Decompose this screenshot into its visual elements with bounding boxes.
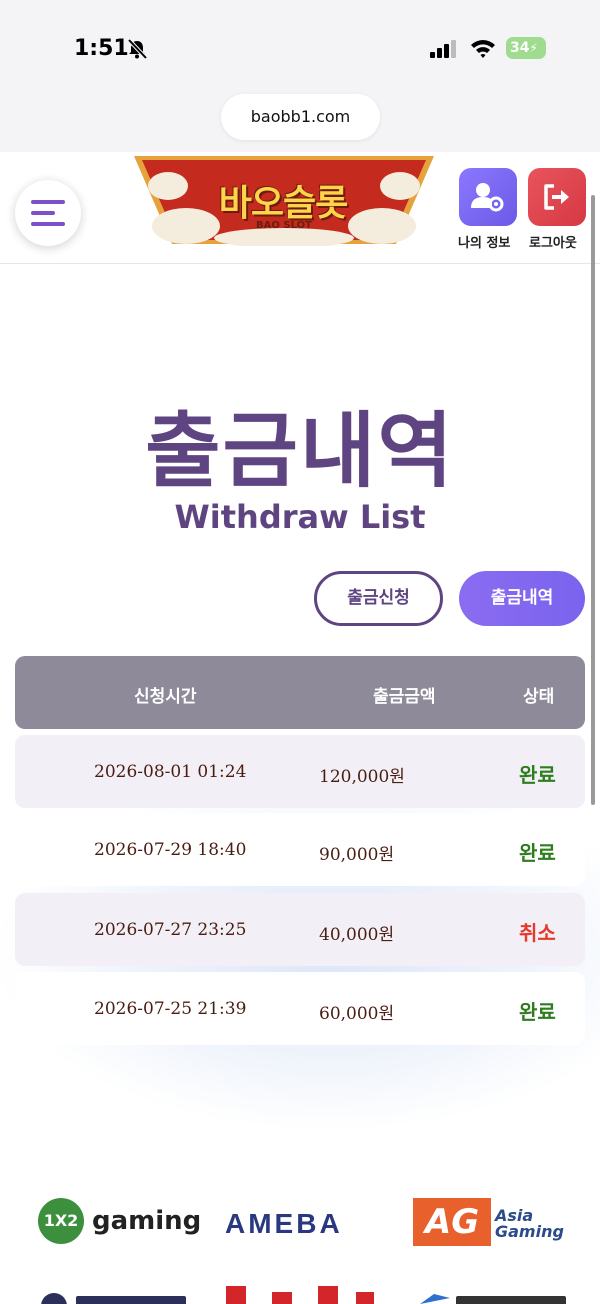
table-header: 신청시간 출금금액 상태: [15, 656, 585, 729]
my-info-label[interactable]: 나의 정보: [458, 232, 510, 251]
table-row: 2026-07-25 21:39 60,000원 완료: [15, 972, 585, 1045]
provider-asia-gaming[interactable]: AG Asia Gaming: [413, 1198, 564, 1246]
row-amount: 60,000원: [319, 1004, 395, 1024]
header-time: 신청시간: [134, 687, 197, 707]
row-status: 취소: [519, 921, 556, 945]
logout-button[interactable]: [528, 168, 586, 226]
row-amount: 40,000원: [319, 925, 395, 945]
provider-ag-badge: AG: [413, 1198, 491, 1246]
header-status: 상태: [523, 687, 555, 707]
site-header: 바오슬롯 BAO SLOT 나의 정보 로그아웃: [0, 152, 600, 264]
site-logo[interactable]: 바오슬롯 BAO SLOT: [134, 156, 434, 248]
provider-partial-logo-icon: [420, 1294, 566, 1304]
row-date: 2026-08-01 01:24: [94, 762, 247, 782]
bell-muted-icon: [127, 38, 148, 60]
row-status: 완료: [519, 763, 556, 787]
provider-logo-partial[interactable]: [226, 1284, 376, 1304]
table-row: 2026-07-29 18:40 90,000원 완료: [15, 813, 585, 886]
table-row: 2026-07-27 23:25 40,000원 취소: [15, 893, 585, 966]
menu-line-icon: [31, 211, 55, 215]
page-title: 출금내역: [145, 404, 455, 499]
provider-ag-line2: Gaming: [495, 1222, 564, 1241]
page-subtitle: Withdraw List: [174, 498, 426, 536]
row-date: 2026-07-27 23:25: [94, 920, 247, 940]
logo-subtext: BAO SLOT: [256, 220, 312, 231]
logo-text: 바오슬롯: [218, 183, 348, 224]
row-status: 완료: [519, 841, 556, 865]
status-bar: 1:51 34⚡: [0, 0, 600, 90]
row-date: 2026-07-25 21:39: [94, 999, 247, 1019]
wifi-icon: [471, 40, 495, 58]
scrollbar[interactable]: [591, 195, 595, 805]
header-amount: 출금금액: [373, 687, 436, 707]
provider-1x2-gaming[interactable]: 1X2 gaming: [38, 1198, 201, 1244]
bolt-icon: ⚡: [529, 41, 538, 55]
status-time: 1:51: [74, 36, 129, 61]
provider-partial-logo-icon: [226, 1286, 374, 1304]
menu-line-icon: [31, 222, 65, 226]
logout-label[interactable]: 로그아웃: [529, 232, 577, 251]
user-settings-icon: [471, 183, 504, 212]
row-date: 2026-07-29 18:40: [94, 840, 247, 860]
my-info-button[interactable]: [459, 168, 517, 226]
withdraw-apply-tab[interactable]: 출금신청: [314, 571, 443, 626]
row-amount: 90,000원: [319, 845, 395, 865]
provider-1x2-badge: 1X2: [38, 1198, 84, 1244]
provider-ameba[interactable]: AMEBA: [225, 1208, 343, 1240]
menu-line-icon: [31, 200, 65, 204]
logout-icon: [544, 184, 569, 210]
browser-url-area: baobb1.com: [0, 90, 600, 152]
provider-partial-logo-icon: [41, 1293, 186, 1304]
provider-logo-partial[interactable]: [40, 1284, 190, 1304]
provider-logo-partial[interactable]: [420, 1284, 570, 1304]
provider-ag-name: Asia Gaming: [495, 1208, 564, 1240]
provider-1x2-name: gaming: [92, 1206, 202, 1236]
row-amount: 120,000원: [319, 767, 405, 787]
menu-button[interactable]: [15, 180, 81, 246]
battery-level: 34: [510, 40, 530, 56]
row-status: 완료: [519, 1000, 556, 1024]
withdraw-list-tab[interactable]: 출금내역: [459, 571, 585, 626]
signal-icon: [430, 40, 456, 58]
battery-indicator: 34⚡: [506, 37, 546, 59]
url-bar[interactable]: baobb1.com: [221, 94, 380, 140]
table-row: 2026-08-01 01:24 120,000원 완료: [15, 735, 585, 808]
